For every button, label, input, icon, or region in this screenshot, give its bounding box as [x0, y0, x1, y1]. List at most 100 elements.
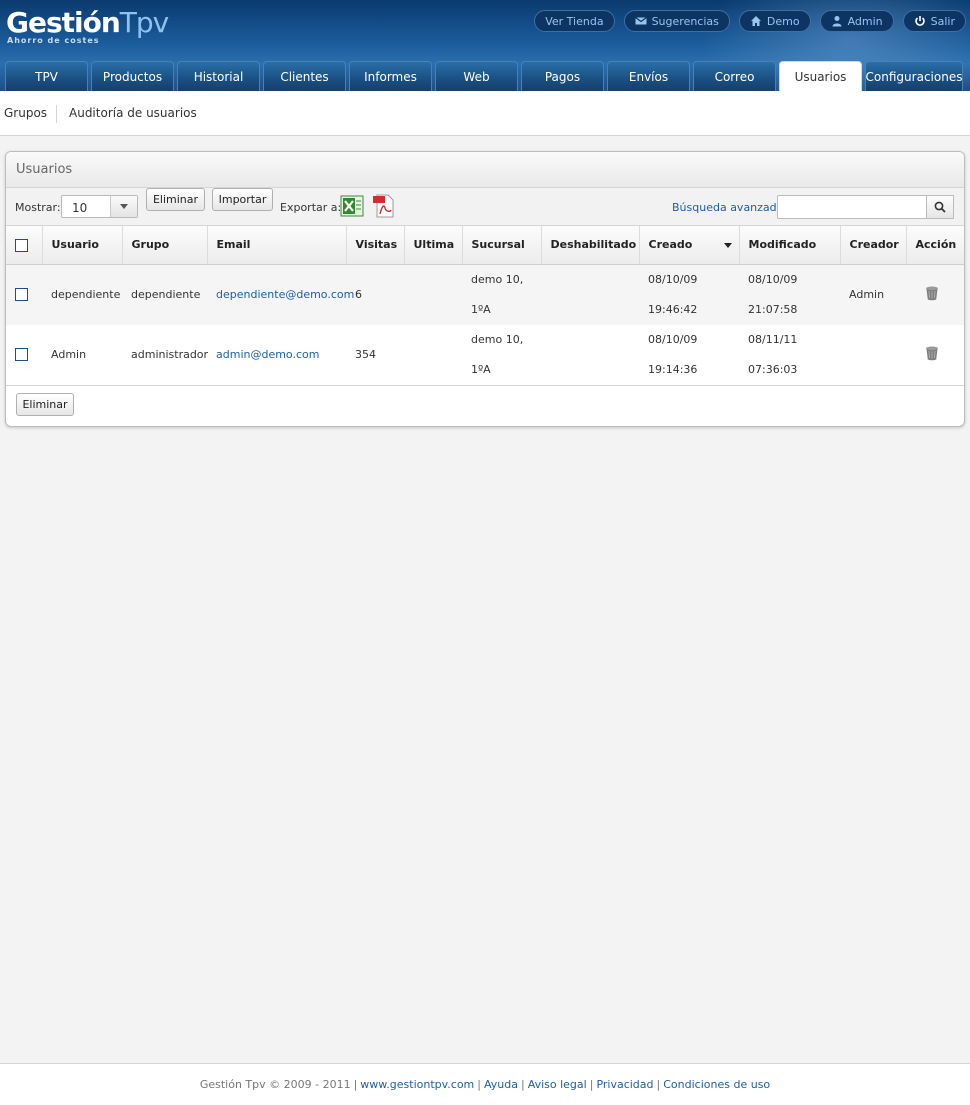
tab-productos[interactable]: Productos — [91, 61, 174, 91]
cell-creado: 08/10/09 19:14:36 — [639, 325, 739, 386]
sugerencias-link[interactable]: Sugerencias — [623, 10, 730, 32]
row-checkbox[interactable] — [15, 288, 28, 302]
demo-label: Demo — [766, 14, 800, 28]
cell-visitas: 6 — [355, 288, 362, 301]
footer-site-link[interactable]: www.gestiontpv.com — [360, 1078, 474, 1091]
row-select-cell — [6, 325, 42, 386]
footer-separator: | — [520, 1078, 525, 1091]
col-ultima[interactable]: Ultima — [404, 226, 463, 265]
search-button[interactable] — [927, 195, 954, 219]
sort-desc-icon — [724, 242, 733, 248]
panel-title: Usuarios — [6, 152, 964, 188]
row-checkbox[interactable] — [15, 348, 28, 362]
users-table: Usuario Grupo Email Visitas Ultima Sucur… — [6, 226, 964, 386]
cell-accion — [906, 325, 964, 386]
sucursal-line2: 1ºA — [471, 302, 491, 316]
tab-clientes[interactable]: Clientes — [263, 61, 346, 91]
select-all-cell — [6, 226, 43, 265]
page-size-select[interactable]: 10 — [61, 195, 138, 218]
admin-link[interactable]: Admin — [819, 10, 894, 32]
admin-label: Admin — [847, 14, 883, 28]
copyright-text: Gestión Tpv © 2009 - 2011 — [199, 1078, 351, 1091]
col-usuario[interactable]: Usuario — [42, 226, 123, 265]
tab-tpv[interactable]: TPV — [5, 61, 88, 91]
delete-button-bottom[interactable]: Eliminar — [16, 392, 74, 416]
tab-configuraciones[interactable]: Configuraciones — [865, 61, 963, 91]
cell-modificado: 08/10/09 21:07:58 — [739, 264, 840, 325]
subnav-grupos[interactable]: Grupos — [4, 106, 47, 120]
sucursal-line1: demo 10, — [471, 332, 524, 346]
table-row: dependiente dependiente dependiente@demo… — [6, 264, 964, 325]
chevron-down-icon[interactable] — [110, 196, 137, 217]
col-modificado[interactable]: Modificado — [739, 226, 841, 265]
salir-link[interactable]: Salir — [902, 10, 966, 32]
panel-footer: Eliminar — [6, 386, 964, 426]
excel-export-icon[interactable] — [340, 194, 364, 218]
col-creador[interactable]: Creador — [840, 226, 907, 265]
row-select-cell — [6, 264, 42, 325]
col-deshabilitado[interactable]: Deshabilitado — [541, 226, 640, 265]
ver-tienda-label: Ver Tienda — [545, 14, 604, 28]
search-input[interactable] — [777, 195, 927, 219]
cell-sucursal: demo 10, 1ºA — [462, 264, 541, 325]
tab-correo[interactable]: Correo — [693, 61, 776, 91]
creado-date: 08/10/09 — [648, 272, 698, 286]
select-all-checkbox[interactable] — [15, 238, 28, 252]
cell-usuario: Admin — [51, 348, 87, 361]
tab-pagos[interactable]: Pagos — [521, 61, 604, 91]
import-button[interactable]: Importar — [212, 188, 273, 211]
footer-terms-link[interactable]: Condiciones de uso — [663, 1078, 770, 1091]
cell-email: dependiente@demo.com — [207, 264, 354, 325]
demo-link[interactable]: Demo — [738, 10, 811, 32]
footer-separator: | — [589, 1078, 594, 1091]
show-label: Mostrar: — [15, 201, 61, 214]
salir-label: Salir — [930, 14, 955, 28]
cell-modificado: 08/11/11 07:36:03 — [739, 325, 840, 386]
tab-informes[interactable]: Informes — [349, 61, 432, 91]
page-size-value: 10 — [72, 201, 88, 215]
delete-button[interactable]: Eliminar — [146, 188, 205, 211]
trash-icon[interactable] — [924, 345, 940, 361]
cell-deshabilitado — [541, 264, 639, 325]
mail-icon — [634, 17, 647, 25]
logo-text-main: Gestión — [6, 6, 121, 39]
main-tabs: TPV Productos Historial Clientes Informe… — [5, 61, 963, 91]
cell-creado: 08/10/09 19:46:42 — [639, 264, 739, 325]
cell-visitas: 354 — [355, 348, 376, 361]
col-grupo[interactable]: Grupo — [122, 226, 208, 265]
email-link[interactable]: dependiente@demo.com — [216, 288, 354, 301]
cell-grupo: administrador — [131, 348, 209, 361]
advanced-search-link[interactable]: Búsqueda avanzada — [672, 201, 783, 214]
modificado-time: 21:07:58 — [748, 302, 798, 316]
modificado-date: 08/10/09 — [748, 272, 798, 286]
tab-usuarios[interactable]: Usuarios — [779, 61, 862, 91]
ver-tienda-link[interactable]: Ver Tienda — [534, 10, 615, 32]
footer-separator: | — [477, 1078, 481, 1091]
tab-web[interactable]: Web — [435, 61, 518, 91]
email-link[interactable]: admin@demo.com — [216, 348, 319, 361]
footer-help-link[interactable]: Ayuda — [484, 1078, 518, 1091]
col-creado[interactable]: Creado — [639, 226, 740, 265]
table-row: Admin administrador admin@demo.com 354 d… — [6, 324, 964, 386]
logo-text-accent: Tpv — [119, 6, 169, 39]
cell-grupo: dependiente — [131, 288, 201, 301]
modificado-date: 08/11/11 — [748, 332, 798, 346]
footer-privacy-link[interactable]: Privacidad — [596, 1078, 653, 1091]
logo[interactable]: GestiónTpv Ahorro de costes — [6, 6, 169, 46]
subnav-auditoria[interactable]: Auditoría de usuarios — [69, 106, 197, 120]
creado-time: 19:46:42 — [648, 302, 698, 316]
cell-ultima — [404, 325, 462, 386]
cell-creador: Admin — [849, 288, 885, 301]
page-footer: Gestión Tpv © 2009 - 2011 | www.gestiontpv… — [0, 1063, 970, 1105]
col-sucursal[interactable]: Sucursal — [462, 226, 542, 265]
tab-historial[interactable]: Historial — [177, 61, 260, 91]
footer-separator: | — [353, 1078, 358, 1091]
users-panel: Usuarios Mostrar: 10 Eliminar Importar E… — [5, 151, 965, 427]
trash-icon[interactable] — [924, 285, 940, 301]
sugerencias-label: Sugerencias — [651, 14, 719, 28]
col-visitas[interactable]: Visitas — [346, 226, 405, 265]
footer-legal-link[interactable]: Aviso legal — [528, 1078, 587, 1091]
col-email[interactable]: Email — [207, 226, 347, 265]
pdf-export-icon[interactable] — [372, 194, 396, 218]
tab-envios[interactable]: Envíos — [607, 61, 690, 91]
